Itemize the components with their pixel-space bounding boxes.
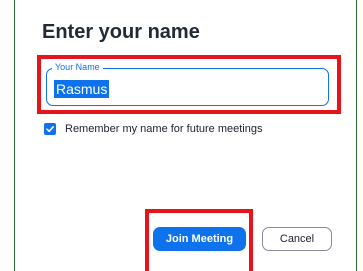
remember-name-option[interactable]: Remember my name for future meetings: [44, 122, 262, 136]
join-button-highlight: [145, 209, 253, 271]
remember-name-label: Remember my name for future meetings: [65, 123, 263, 135]
dialog-title: Enter your name: [42, 21, 200, 43]
cancel-button[interactable]: Cancel: [262, 227, 332, 251]
checkmark-icon: [46, 126, 54, 133]
name-input-highlight: [37, 55, 341, 114]
remember-name-checkbox[interactable]: [44, 123, 56, 135]
